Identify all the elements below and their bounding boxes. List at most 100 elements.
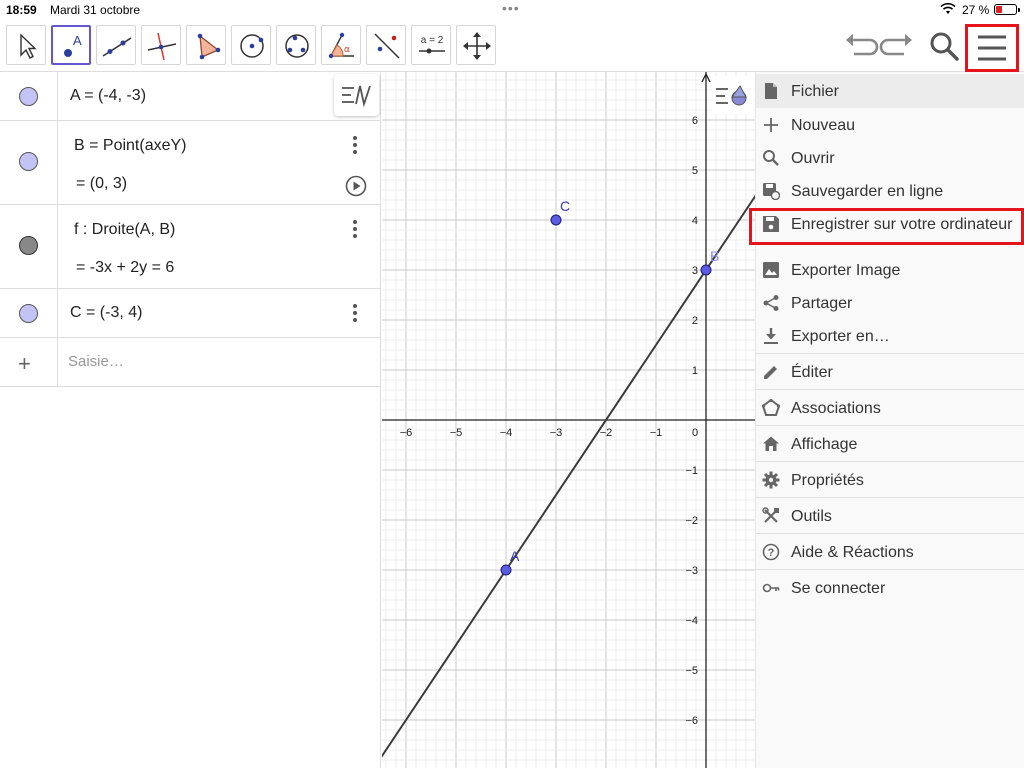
graphics-view[interactable]: −6 −5 −4 −3 −2 −1 0 6 5 4 3 2 1 −1 −2 −3 −4 −5 −6 A B C bbox=[382, 72, 755, 768]
point-tool-icon: A bbox=[64, 33, 82, 57]
algebra-input-row[interactable]: + Saisie… bbox=[0, 338, 381, 387]
algebra-style-button[interactable] bbox=[334, 74, 379, 116]
home-icon bbox=[763, 436, 779, 451]
menu-item-label: Exporter en… bbox=[791, 328, 890, 345]
menu-item-sign-in[interactable]: Se connecter bbox=[756, 569, 1024, 605]
menu-item-share[interactable]: Partager bbox=[756, 286, 1024, 320]
more-options-icon[interactable] bbox=[345, 219, 365, 239]
move-tool-button[interactable] bbox=[6, 25, 46, 65]
y-tick-label: −5 bbox=[685, 665, 698, 677]
y-tick-label: 6 bbox=[692, 115, 698, 127]
perpendicular-tool-icon bbox=[147, 32, 177, 61]
algebra-row-c[interactable]: C = (-3, 4) bbox=[0, 289, 381, 338]
visibility-toggle-a[interactable] bbox=[19, 87, 38, 106]
point-tool-button[interactable]: A bbox=[51, 25, 91, 65]
sign-in-icon bbox=[762, 583, 780, 593]
menu-item-label: Propriétés bbox=[791, 472, 864, 489]
menu-item-label: Outils bbox=[791, 508, 832, 525]
algebra-row-f[interactable]: f : Droite(A, B) = -3x + 2y = 6 bbox=[0, 205, 381, 289]
multitasking-dots-icon[interactable]: ••• bbox=[502, 1, 520, 15]
line-tool-button[interactable] bbox=[96, 25, 136, 65]
menu-item-label: Ouvrir bbox=[791, 150, 835, 167]
more-options-icon[interactable] bbox=[345, 135, 365, 155]
conic-tool-button[interactable] bbox=[276, 25, 316, 65]
slider-tool-label: a = 2 bbox=[421, 35, 444, 46]
point-c[interactable] bbox=[550, 214, 562, 226]
x-tick-label: −4 bbox=[500, 427, 513, 439]
search-button[interactable] bbox=[924, 26, 964, 66]
circle-tool-icon bbox=[240, 34, 264, 58]
status-time: 18:59 bbox=[6, 3, 37, 17]
menu-item-view[interactable]: Affichage bbox=[756, 425, 1024, 461]
perpendicular-tool-button[interactable] bbox=[141, 25, 181, 65]
angle-tool-button[interactable]: α bbox=[321, 25, 361, 65]
conic-tool-icon bbox=[285, 34, 309, 58]
reflect-tool-button[interactable] bbox=[366, 25, 406, 65]
plus-icon bbox=[764, 118, 778, 132]
move-view-tool-icon bbox=[463, 32, 491, 60]
y-tick-label: 2 bbox=[692, 315, 698, 327]
marble-column bbox=[0, 72, 58, 120]
menu-item-new[interactable]: Nouveau bbox=[756, 108, 1024, 142]
battery-percentage: 27 % bbox=[962, 3, 990, 17]
x-tick-label: −2 bbox=[600, 427, 613, 439]
algebra-definition-b: B = Point(axeY) bbox=[74, 137, 187, 154]
algebra-row-a[interactable]: A = (-4, -3) bbox=[0, 72, 381, 121]
circle-tool-button[interactable] bbox=[231, 25, 271, 65]
algebra-input[interactable]: Saisie… bbox=[68, 353, 124, 370]
x-tick-label: −1 bbox=[650, 427, 663, 439]
point-a[interactable] bbox=[500, 564, 512, 576]
marble-column bbox=[0, 205, 58, 288]
perspectives-icon bbox=[762, 399, 780, 416]
menu-item-open[interactable]: Ouvrir bbox=[756, 141, 1024, 175]
line-tool-icon bbox=[102, 37, 132, 57]
menu-item-perspectives[interactable]: Associations bbox=[756, 389, 1024, 425]
algebra-row-b[interactable]: B = Point(axeY) = (0, 3) bbox=[0, 121, 381, 205]
undo-button[interactable] bbox=[840, 26, 880, 66]
menu-item-tools[interactable]: Outils bbox=[756, 497, 1024, 533]
menu-item-help[interactable]: ? Aide & Réactions bbox=[756, 533, 1024, 569]
menu-item-edit[interactable]: Éditer bbox=[756, 353, 1024, 389]
redo-icon bbox=[879, 34, 912, 56]
help-icon: ? bbox=[762, 543, 780, 561]
y-tick-label: 4 bbox=[692, 215, 698, 227]
menu-item-label: Sauvegarder en ligne bbox=[791, 183, 944, 200]
redo-button[interactable] bbox=[878, 26, 918, 66]
polygon-tool-icon bbox=[197, 33, 221, 60]
menu-item-label: Partager bbox=[791, 295, 853, 312]
graphics-style-icon bbox=[716, 85, 747, 106]
visibility-toggle-f[interactable] bbox=[19, 236, 38, 255]
menu-item-save-online[interactable]: Sauvegarder en ligne bbox=[756, 174, 1024, 208]
y-tick-label: 1 bbox=[692, 365, 698, 377]
status-bar: 18:59 Mardi 31 octobre ••• 27 % bbox=[0, 0, 1024, 20]
menu-item-properties[interactable]: Propriétés bbox=[756, 461, 1024, 497]
play-animation-icon[interactable] bbox=[345, 175, 367, 197]
x-tick-label: −3 bbox=[550, 427, 563, 439]
menu-item-export-image[interactable]: Exporter Image bbox=[756, 253, 1024, 287]
algebra-definition-c: C = (-3, 4) bbox=[70, 304, 143, 321]
marble-column: + bbox=[0, 338, 58, 386]
polygon-tool-button[interactable] bbox=[186, 25, 226, 65]
menu-item-label: Éditer bbox=[791, 364, 833, 381]
y-tick-label: 3 bbox=[692, 265, 698, 277]
visibility-toggle-b[interactable] bbox=[19, 152, 38, 171]
share-icon bbox=[763, 295, 779, 311]
graphics-canvas[interactable]: −6 −5 −4 −3 −2 −1 0 6 5 4 3 2 1 −1 −2 −3 −4 −5 −6 A B C bbox=[382, 72, 755, 768]
graphics-style-button[interactable] bbox=[712, 76, 754, 114]
visibility-toggle-c[interactable] bbox=[19, 304, 38, 323]
slider-tool-button[interactable]: a = 2 bbox=[411, 25, 451, 65]
x-tick-label: −5 bbox=[450, 427, 463, 439]
more-options-icon[interactable] bbox=[345, 303, 365, 323]
file-icon bbox=[765, 83, 777, 99]
plus-icon[interactable]: + bbox=[18, 351, 31, 377]
menu-item-export-as[interactable]: Exporter en… bbox=[756, 319, 1024, 353]
point-label-a: A bbox=[510, 548, 520, 564]
point-b[interactable] bbox=[700, 264, 712, 276]
menu-item-label: Affichage bbox=[791, 436, 858, 453]
main-menu-button[interactable] bbox=[965, 24, 1019, 72]
tools-icon bbox=[762, 507, 779, 523]
move-view-tool-button[interactable] bbox=[456, 25, 496, 65]
hamburger-menu-icon bbox=[978, 35, 1006, 61]
menu-item-file[interactable]: Fichier bbox=[756, 74, 1024, 108]
algebra-style-icon bbox=[342, 85, 371, 108]
